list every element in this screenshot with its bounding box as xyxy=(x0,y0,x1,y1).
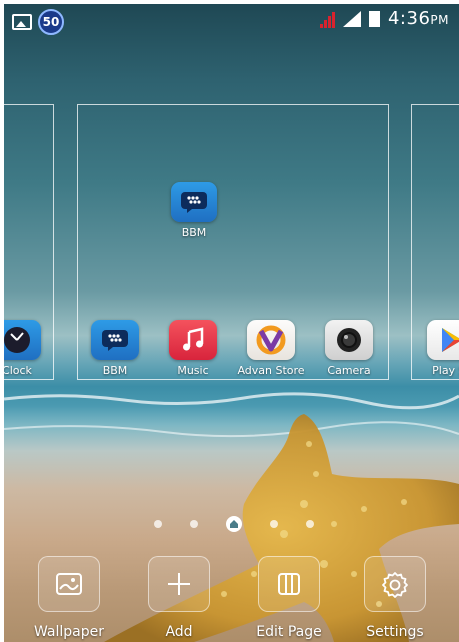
play-store-icon xyxy=(442,328,459,352)
plus-icon xyxy=(168,573,190,595)
app-music[interactable]: Music xyxy=(158,320,228,377)
app-label: Advan Store xyxy=(237,364,305,377)
edit-page-icon xyxy=(278,573,300,595)
home-icon xyxy=(230,520,238,528)
page-indicator xyxy=(154,516,314,532)
app-label: Play St xyxy=(432,364,459,377)
page-dot[interactable] xyxy=(306,520,314,528)
music-note-icon xyxy=(183,327,204,351)
app-label: Camera xyxy=(327,364,371,377)
wallpaper-label: Wallpaper xyxy=(33,624,105,640)
gear-icon xyxy=(382,572,408,598)
bbm-icon xyxy=(181,192,207,213)
home-screen: 50 4:36PM BBM Clock BBM Music Advan Stor… xyxy=(4,4,459,642)
edit-page-button[interactable]: Edit Page xyxy=(244,556,334,640)
app-bbm[interactable]: BBM xyxy=(80,320,150,377)
app-advan-store[interactable]: Advan Store xyxy=(236,320,306,377)
advan-store-icon xyxy=(256,325,286,355)
clock-icon xyxy=(4,327,30,353)
edit-page-label: Edit Page xyxy=(256,624,322,640)
app-label: BBM xyxy=(181,226,207,239)
gallery-notification-icon xyxy=(12,14,32,30)
app-label: Clock xyxy=(4,364,32,377)
camera-icon xyxy=(337,328,361,352)
add-button[interactable]: Add xyxy=(134,556,224,640)
wallpaper-icon xyxy=(56,573,82,595)
app-label: BBM xyxy=(102,364,128,377)
page-dot[interactable] xyxy=(270,520,278,528)
page-dot[interactable] xyxy=(190,520,198,528)
app-label: Music xyxy=(177,364,209,377)
edit-mode-dock: Wallpaper Add Edit Page Settings xyxy=(4,556,459,642)
home-page-dot[interactable] xyxy=(226,516,242,532)
wallpaper-button[interactable]: Wallpaper xyxy=(24,556,114,640)
battery-badge: 50 xyxy=(38,9,64,35)
app-camera[interactable]: Camera xyxy=(314,320,384,377)
app-clock[interactable]: Clock xyxy=(4,320,52,377)
app-play-store[interactable]: Play St xyxy=(416,320,459,377)
status-bar: 50 4:36PM xyxy=(4,4,459,35)
signal-no-service-icon xyxy=(319,10,335,28)
settings-button[interactable]: Settings xyxy=(350,556,440,640)
add-label: Add xyxy=(165,624,193,640)
page-dot[interactable] xyxy=(154,520,162,528)
bbm-icon xyxy=(102,330,128,351)
signal-strength-icon xyxy=(342,10,361,27)
status-clock: 4:36PM xyxy=(387,8,449,29)
settings-label: Settings xyxy=(366,624,424,640)
app-bbm-page[interactable]: BBM xyxy=(159,182,229,239)
sim-card-icon xyxy=(368,10,380,27)
